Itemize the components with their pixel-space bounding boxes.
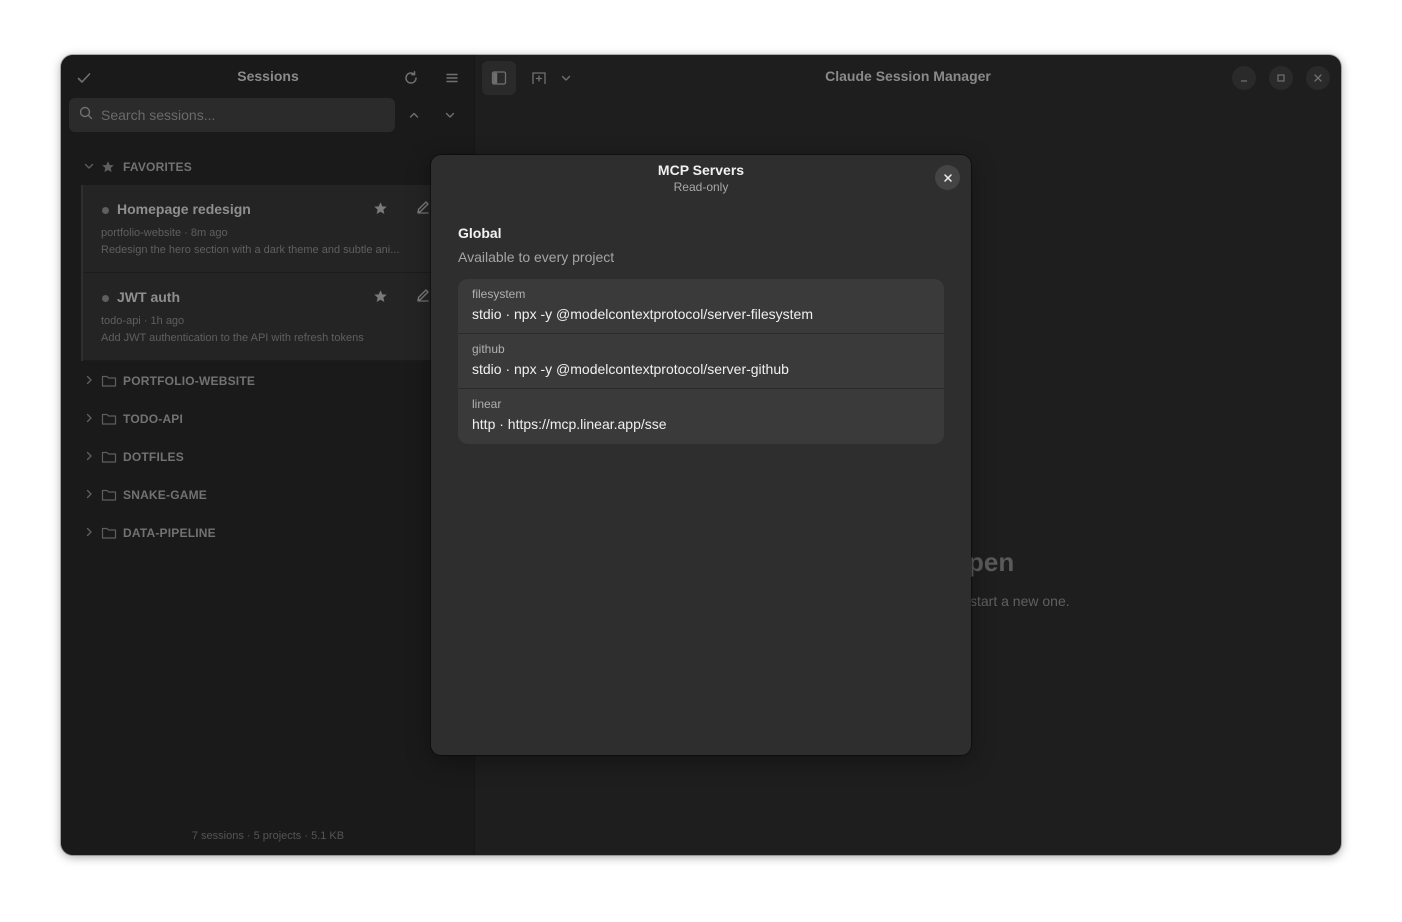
session-item-homepage-redesign[interactable]: Homepage redesign portfolio-website · 8m… — [83, 185, 475, 273]
server-row-github: github stdio · npx -y @modelcontextproto… — [458, 334, 944, 389]
refresh-icon[interactable] — [396, 63, 426, 93]
server-row-linear: linear http · https://mcp.linear.app/sse — [458, 389, 944, 444]
pencil-icon[interactable] — [415, 287, 431, 308]
empty-state-heading: pen — [968, 547, 1015, 577]
minimize-icon[interactable] — [1232, 66, 1256, 90]
project-group-data-pipeline[interactable]: DATA-PIPELINE — [83, 522, 216, 544]
server-name: linear — [472, 397, 502, 411]
dialog-subtitle: Read-only — [673, 180, 729, 194]
sidebar-footer-stats: 7 sessions · 5 projects · 5.1 KB — [191, 830, 345, 842]
star-icon — [101, 160, 123, 174]
star-icon[interactable] — [373, 289, 388, 308]
server-list: filesystem stdio · npx -y @modelcontextp… — [458, 279, 944, 444]
search-placeholder: Search sessions... — [101, 107, 216, 123]
status-dot — [102, 295, 109, 302]
section-subtitle: Available to every project — [458, 249, 615, 265]
folder-icon — [101, 488, 123, 502]
folder-icon — [101, 450, 123, 464]
star-icon[interactable] — [373, 201, 388, 220]
status-dot — [102, 207, 109, 214]
chevron-down-icon — [83, 160, 101, 175]
session-description: Add JWT authentication to the API with r… — [101, 332, 364, 344]
session-meta: todo-api · 1h ago — [101, 315, 185, 327]
section-title: Global — [458, 225, 502, 241]
maximize-icon[interactable] — [1269, 66, 1293, 90]
project-label: DOTFILES — [123, 450, 184, 464]
chevron-up-icon[interactable] — [399, 100, 429, 130]
chevron-down-icon[interactable] — [435, 100, 465, 130]
project-group-portfolio-website[interactable]: PORTFOLIO-WEBSITE — [83, 370, 255, 392]
session-description: Redesign the hero section with a dark th… — [101, 244, 400, 256]
project-group-snake-game[interactable]: SNAKE-GAME — [83, 484, 207, 506]
window-title: Claude Session Manager — [825, 68, 991, 84]
session-item-jwt-auth[interactable]: JWT auth todo-api · 1h ago Add JWT authe… — [83, 273, 475, 361]
chevron-right-icon — [83, 412, 101, 427]
favorites-header[interactable]: FAVORITES — [83, 156, 192, 178]
favorites-label: FAVORITES — [123, 160, 192, 174]
empty-state-subtext: start a new one. — [970, 593, 1070, 609]
search-input[interactable]: Search sessions... — [69, 98, 395, 132]
sidebar: Sessions Search sessions... FAVORITES Ho… — [61, 55, 475, 855]
session-meta: portfolio-website · 8m ago — [101, 227, 228, 239]
server-row-filesystem: filesystem stdio · npx -y @modelcontextp… — [458, 279, 944, 334]
mcp-servers-dialog: MCP Servers Read-only Global Available t… — [431, 155, 971, 755]
project-group-todo-api[interactable]: TODO-API — [83, 408, 183, 430]
project-label: DATA-PIPELINE — [123, 526, 216, 540]
chevron-right-icon — [83, 488, 101, 503]
chevron-right-icon — [83, 450, 101, 465]
close-icon[interactable] — [1306, 66, 1330, 90]
project-label: PORTFOLIO-WEBSITE — [123, 374, 256, 388]
server-detail: stdio · npx -y @modelcontextprotocol/ser… — [472, 361, 789, 377]
chevron-right-icon — [83, 526, 101, 541]
server-name: filesystem — [472, 287, 526, 301]
dialog-title: MCP Servers — [657, 162, 745, 178]
project-label: TODO-API — [123, 412, 184, 426]
hamburger-menu-icon[interactable] — [437, 63, 467, 93]
folder-icon — [101, 412, 123, 426]
pencil-icon[interactable] — [415, 199, 431, 220]
server-name: github — [472, 342, 505, 356]
folder-icon — [101, 374, 123, 388]
search-icon — [79, 106, 93, 125]
chevron-right-icon — [83, 374, 101, 389]
project-label: SNAKE-GAME — [123, 488, 208, 502]
close-icon[interactable] — [935, 165, 960, 190]
folder-icon — [101, 526, 123, 540]
project-group-dotfiles[interactable]: DOTFILES — [83, 446, 184, 468]
favorites-list: Homepage redesign portfolio-website · 8m… — [81, 185, 475, 361]
server-detail: stdio · npx -y @modelcontextprotocol/ser… — [472, 306, 813, 322]
server-detail: http · https://mcp.linear.app/sse — [472, 416, 667, 432]
